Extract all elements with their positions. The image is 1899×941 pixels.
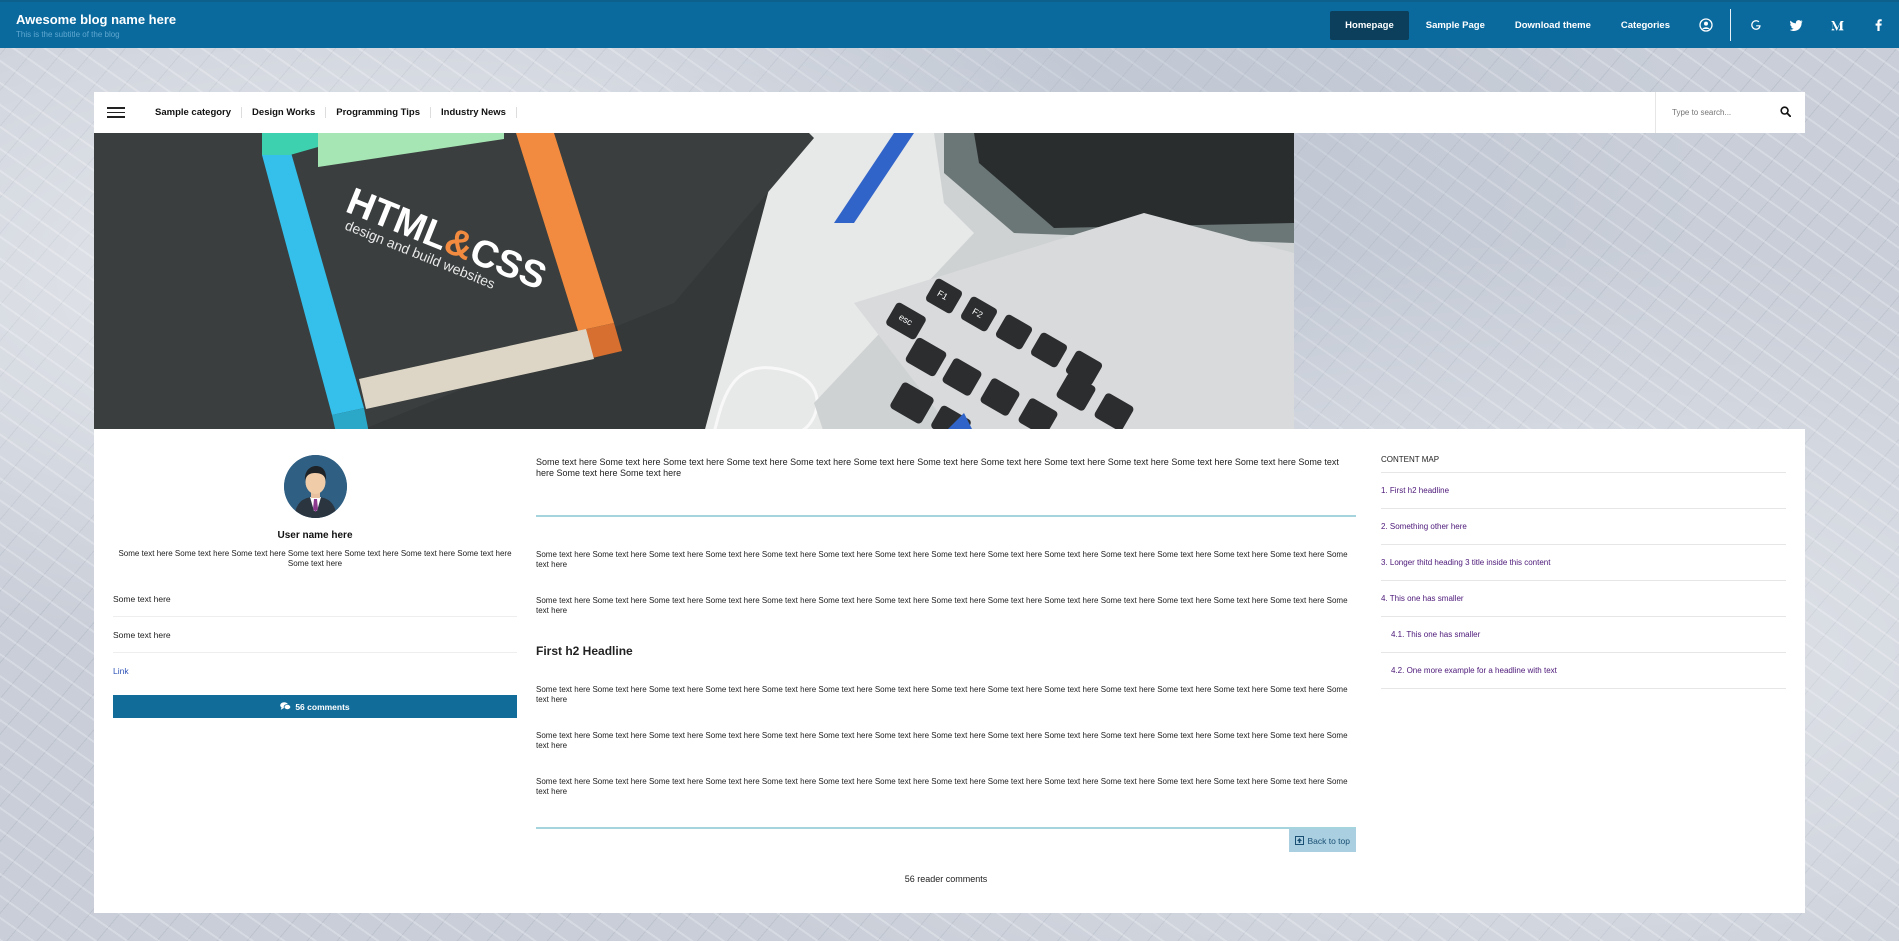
- article-paragraph: Some text here Some text here Some text …: [536, 550, 1348, 569]
- blog-title[interactable]: Awesome blog name here: [16, 12, 176, 27]
- medium-icon[interactable]: [1817, 2, 1858, 48]
- search-box: [1655, 92, 1805, 133]
- hero-illustration: HTML&CSS design and build websites esc F…: [94, 133, 1294, 433]
- back-to-top-label: Back to top: [1307, 835, 1350, 846]
- back-to-top-button[interactable]: Back to top: [1289, 829, 1356, 852]
- toc-subitem[interactable]: 4.1. This one has smaller: [1381, 617, 1786, 653]
- category-sample[interactable]: Sample category: [145, 107, 243, 118]
- article-lead: Some text here Some text here Some text …: [536, 457, 1339, 478]
- article: Some text here Some text here Some text …: [536, 457, 1356, 884]
- article-paragraph: Some text here Some text here Some text …: [536, 731, 1348, 750]
- category-programming-tips[interactable]: Programming Tips: [326, 107, 431, 118]
- nav-categories[interactable]: Categories: [1606, 11, 1685, 40]
- hero-image: HTML&CSS design and build websites esc F…: [94, 133, 1294, 433]
- avatar: [283, 455, 347, 518]
- comments-button-label: 56 comments: [295, 701, 350, 712]
- article-paragraph: Some text here Some text here Some text …: [536, 596, 1348, 615]
- user-avatar-icon: [283, 455, 347, 518]
- secondary-nav: Sample category Design Works Programming…: [94, 92, 1805, 133]
- blog-subtitle: This is the subtitle of the blog: [16, 29, 120, 39]
- site-header: Awesome blog name here This is the subti…: [0, 0, 1899, 48]
- search-icon[interactable]: [1780, 106, 1791, 117]
- content-map: CONTENT MAP 1. First h2 headline 2. Some…: [1381, 455, 1786, 689]
- article-h2-heading: First h2 Headline: [536, 644, 633, 658]
- author-info-row: Some text here: [113, 581, 517, 617]
- toc-item[interactable]: 2. Something other here: [1381, 509, 1786, 545]
- user-account-icon[interactable]: [1685, 2, 1726, 48]
- search-input[interactable]: [1672, 108, 1772, 117]
- content-map-title: CONTENT MAP: [1381, 455, 1786, 473]
- toc-item[interactable]: 1. First h2 headline: [1381, 473, 1786, 509]
- google-icon[interactable]: [1735, 2, 1776, 48]
- nav-separator: [1730, 9, 1731, 41]
- comments-icon: [280, 702, 292, 710]
- toc-subitem[interactable]: 4.2. One more example for a headline wit…: [1381, 653, 1786, 689]
- comments-button[interactable]: 56 comments: [113, 695, 517, 718]
- user-name: User name here: [277, 530, 353, 541]
- category-industry-news[interactable]: Industry News: [431, 107, 517, 118]
- brand[interactable]: Awesome blog name here This is the subti…: [0, 12, 176, 39]
- author-link[interactable]: Link: [113, 653, 517, 689]
- content-card: Sample category Design Works Programming…: [94, 92, 1805, 913]
- article-paragraph: Some text here Some text here Some text …: [536, 685, 1348, 704]
- toc-item[interactable]: 3. Longer thitd heading 3 title inside t…: [1381, 545, 1786, 581]
- author-info-row: Some text here: [113, 617, 517, 653]
- twitter-icon[interactable]: [1776, 2, 1817, 48]
- article-paragraph: Some text here Some text here Some text …: [536, 777, 1348, 796]
- main-nav: Homepage Sample Page Download theme Cate…: [1330, 2, 1899, 48]
- facebook-icon[interactable]: [1858, 2, 1899, 48]
- hamburger-menu-icon[interactable]: [107, 104, 125, 121]
- nav-download-theme[interactable]: Download theme: [1500, 11, 1606, 40]
- reader-comments[interactable]: 56 reader comments: [536, 874, 1356, 884]
- category-design-works[interactable]: Design Works: [242, 107, 327, 118]
- nav-homepage[interactable]: Homepage: [1330, 10, 1409, 40]
- article-divider: [536, 515, 1356, 517]
- toc-item[interactable]: 4. This one has smaller: [1381, 581, 1786, 617]
- arrow-up-icon: [1295, 836, 1305, 845]
- main-content: User name here Some text here Some text …: [94, 429, 1805, 913]
- back-to-top-row: Back to top: [536, 829, 1356, 852]
- nav-sample-page[interactable]: Sample Page: [1411, 11, 1500, 40]
- author-card: User name here Some text here Some text …: [113, 455, 517, 718]
- user-bio: Some text here Some text here Some text …: [118, 549, 512, 568]
